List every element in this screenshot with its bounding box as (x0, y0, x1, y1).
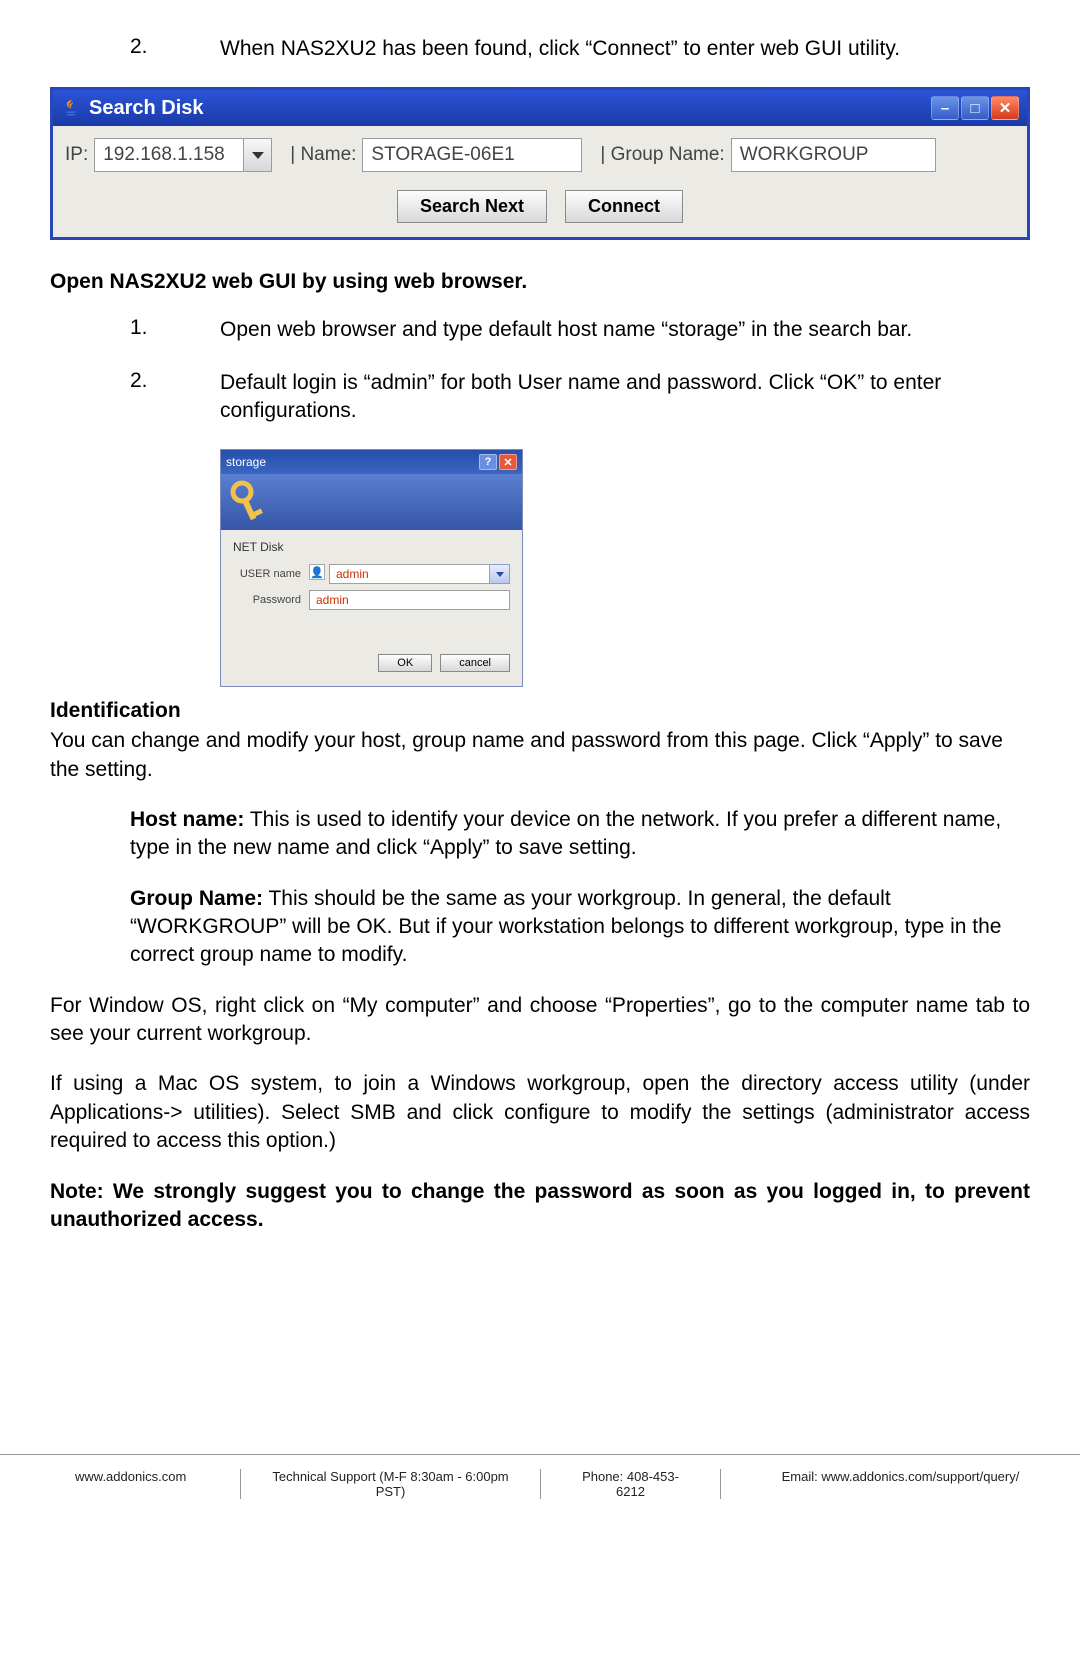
login-close-button[interactable]: ✕ (499, 454, 517, 470)
footer-phone: Phone: 408-453-6212 (540, 1469, 720, 1499)
group-name-paragraph: Group Name: This should be the same as y… (130, 885, 1030, 970)
step-item: 2. Default login is “admin” for both Use… (130, 369, 1030, 426)
group-field[interactable]: WORKGROUP (731, 138, 936, 172)
search-next-button[interactable]: Search Next (397, 190, 547, 223)
open-heading: Open NAS2XU2 web GUI by using web browse… (50, 270, 1030, 294)
step-item: 2. When NAS2XU2 has been found, click “C… (130, 35, 1030, 63)
username-field[interactable]: admin (329, 564, 490, 584)
host-name-text: This is used to identify your device on … (130, 808, 1001, 859)
login-section: NET Disk (233, 540, 510, 554)
host-name-paragraph: Host name: This is used to identify your… (130, 806, 1030, 863)
host-name-label: Host name: (130, 808, 244, 831)
windows-paragraph: For Window OS, right click on “My comput… (50, 992, 1030, 1049)
note-paragraph: Note: We strongly suggest you to change … (50, 1178, 1030, 1235)
identification-heading: Identification (50, 699, 1030, 723)
footer-support: Technical Support (M-F 8:30am - 6:00pm P… (240, 1469, 540, 1499)
username-dropdown[interactable] (490, 564, 510, 584)
group-name-label: Group Name: (130, 887, 263, 910)
footer-email: Email: www.addonics.com/support/query/ (720, 1469, 1080, 1499)
password-field[interactable]: admin (309, 590, 510, 610)
user-icon: 👤 (309, 564, 325, 580)
step-text: When NAS2XU2 has been found, click “Conn… (220, 35, 1030, 63)
login-dialog: storage ? ✕ NET Disk USER name 👤 admin (220, 449, 523, 687)
step-number: 2. (130, 369, 220, 426)
page-footer: www.addonics.com Technical Support (M-F … (0, 1455, 1080, 1529)
ip-dropdown-button[interactable] (244, 138, 272, 172)
keys-icon (229, 480, 269, 530)
mac-paragraph: If using a Mac OS system, to join a Wind… (50, 1070, 1030, 1155)
name-field[interactable]: STORAGE-06E1 (362, 138, 582, 172)
maximize-button[interactable]: □ (961, 96, 989, 120)
password-label: Password (233, 594, 309, 606)
connect-button[interactable]: Connect (565, 190, 683, 223)
search-disk-window: Search Disk – □ ✕ IP: 192.168.1.158 | Na… (50, 87, 1030, 240)
user-label: USER name (233, 568, 309, 580)
help-button[interactable]: ? (479, 454, 497, 470)
identification-intro: You can change and modify your host, gro… (50, 727, 1030, 784)
ip-label: IP: (65, 144, 88, 166)
step-text: Open web browser and type default host n… (220, 316, 1030, 344)
name-label: | Name: (290, 144, 356, 166)
ok-button[interactable]: OK (378, 654, 432, 672)
step-item: 1. Open web browser and type default hos… (130, 316, 1030, 344)
ip-field[interactable]: 192.168.1.158 (94, 138, 244, 172)
cancel-button[interactable]: cancel (440, 654, 510, 672)
step-text: Default login is “admin” for both User n… (220, 369, 1030, 426)
java-icon (61, 98, 81, 118)
minimize-button[interactable]: – (931, 96, 959, 120)
window-title: Search Disk (89, 97, 204, 120)
login-title: storage (226, 455, 266, 469)
footer-site: www.addonics.com (0, 1469, 240, 1499)
close-button[interactable]: ✕ (991, 96, 1019, 120)
step-number: 2. (130, 35, 220, 63)
group-label: | Group Name: (600, 144, 724, 166)
window-titlebar: Search Disk – □ ✕ (53, 90, 1027, 126)
step-number: 1. (130, 316, 220, 344)
